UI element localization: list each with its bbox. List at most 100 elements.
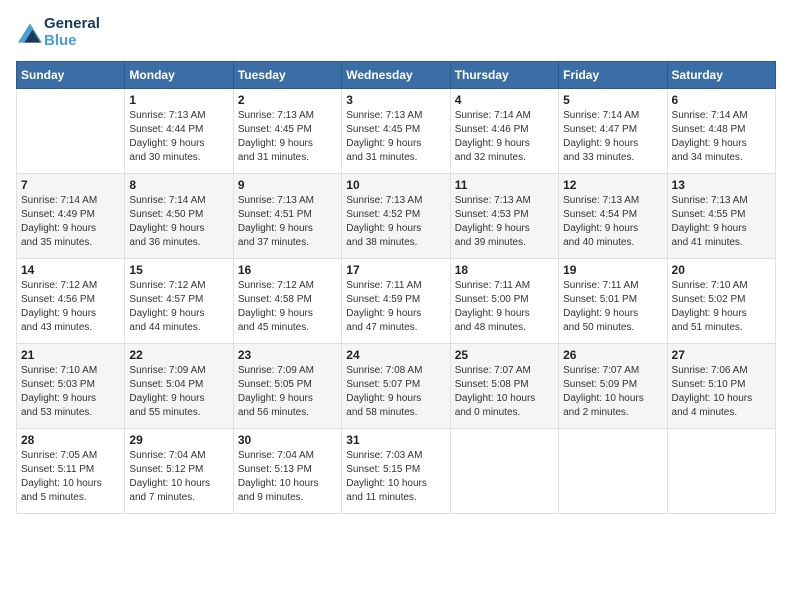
calendar-cell: 25 Sunrise: 7:07 AM Sunset: 5:08 PM Dayli… [450, 344, 558, 429]
week-row-2: 7 Sunrise: 7:14 AM Sunset: 4:49 PM Daylig… [17, 174, 776, 259]
calendar-cell: 21 Sunrise: 7:10 AM Sunset: 5:03 PM Dayli… [17, 344, 125, 429]
calendar-cell: 1 Sunrise: 7:13 AM Sunset: 4:44 PM Daylig… [125, 89, 233, 174]
day-info: Sunrise: 7:12 AM Sunset: 4:57 PM Dayligh… [129, 279, 228, 335]
day-number: 24 [346, 348, 445, 362]
day-info: Sunrise: 7:10 AM Sunset: 5:03 PM Dayligh… [21, 364, 120, 420]
day-info: Sunrise: 7:07 AM Sunset: 5:09 PM Dayligh… [563, 364, 662, 420]
day-number: 6 [672, 93, 771, 107]
page-header: General Blue [16, 16, 776, 49]
calendar-cell: 10 Sunrise: 7:13 AM Sunset: 4:52 PM Dayli… [342, 174, 450, 259]
calendar-cell [17, 89, 125, 174]
weekday-sunday: Sunday [17, 62, 125, 89]
day-info: Sunrise: 7:14 AM Sunset: 4:49 PM Dayligh… [21, 194, 120, 250]
weekday-wednesday: Wednesday [342, 62, 450, 89]
calendar-cell: 30Sunrise: 7:04 AM Sunset: 5:13 PM Dayli… [233, 429, 341, 514]
calendar-cell: 31Sunrise: 7:03 AM Sunset: 5:15 PM Dayli… [342, 429, 450, 514]
day-number: 20 [672, 263, 771, 277]
calendar-cell: 9Sunrise: 7:13 AM Sunset: 4:51 PM Daylig… [233, 174, 341, 259]
day-number: 1 [129, 93, 228, 107]
day-number: 11 [455, 178, 554, 192]
calendar-header: SundayMondayTuesdayWednesdayThursdayFrid… [17, 62, 776, 89]
day-number: 30 [238, 433, 337, 447]
day-info: Sunrise: 7:04 AM Sunset: 5:12 PM Dayligh… [129, 449, 228, 505]
day-number: 19 [563, 263, 662, 277]
week-row-5: 28 Sunrise: 7:05 AM Sunset: 5:11 PM Dayli… [17, 429, 776, 514]
day-number: 26 [563, 348, 662, 362]
calendar-table: SundayMondayTuesdayWednesdayThursdayFrid… [16, 61, 776, 514]
logo-blue: Blue [44, 32, 77, 49]
day-info: Sunrise: 7:13 AM Sunset: 4:53 PM Dayligh… [455, 194, 554, 250]
weekday-saturday: Saturday [667, 62, 775, 89]
calendar-cell: 6 Sunrise: 7:14 AM Sunset: 4:48 PM Daylig… [667, 89, 775, 174]
day-info: Sunrise: 7:14 AM Sunset: 4:47 PM Dayligh… [563, 109, 662, 165]
day-number: 14 [21, 263, 120, 277]
day-info: Sunrise: 7:14 AM Sunset: 4:48 PM Dayligh… [672, 109, 771, 165]
calendar-cell [559, 429, 667, 514]
day-info: Sunrise: 7:12 AM Sunset: 4:56 PM Dayligh… [21, 279, 120, 335]
logo: General Blue [16, 16, 100, 49]
day-number: 28 [21, 433, 120, 447]
calendar-cell: 23 Sunrise: 7:09 AM Sunset: 5:05 PM Dayli… [233, 344, 341, 429]
calendar-cell: 19 Sunrise: 7:11 AM Sunset: 5:01 PM Dayli… [559, 259, 667, 344]
day-info: Sunrise: 7:13 AM Sunset: 4:44 PM Dayligh… [129, 109, 228, 165]
day-number: 10 [346, 178, 445, 192]
day-info: Sunrise: 7:07 AM Sunset: 5:08 PM Dayligh… [455, 364, 554, 420]
calendar-cell: 17 Sunrise: 7:11 AM Sunset: 4:59 PM Dayli… [342, 259, 450, 344]
weekday-header-row: SundayMondayTuesdayWednesdayThursdayFrid… [17, 62, 776, 89]
day-number: 31 [346, 433, 445, 447]
week-row-1: 1 Sunrise: 7:13 AM Sunset: 4:44 PM Daylig… [17, 89, 776, 174]
day-info: Sunrise: 7:09 AM Sunset: 5:05 PM Dayligh… [238, 364, 337, 420]
calendar-cell: 3 Sunrise: 7:13 AM Sunset: 4:45 PM Daylig… [342, 89, 450, 174]
day-number: 22 [129, 348, 228, 362]
day-number: 23 [238, 348, 337, 362]
calendar-cell [667, 429, 775, 514]
calendar-cell: 28 Sunrise: 7:05 AM Sunset: 5:11 PM Dayli… [17, 429, 125, 514]
day-number: 4 [455, 93, 554, 107]
day-info: Sunrise: 7:11 AM Sunset: 5:01 PM Dayligh… [563, 279, 662, 335]
day-info: Sunrise: 7:11 AM Sunset: 4:59 PM Dayligh… [346, 279, 445, 335]
calendar-cell: 24 Sunrise: 7:08 AM Sunset: 5:07 PM Dayli… [342, 344, 450, 429]
day-number: 29 [129, 433, 228, 447]
day-number: 21 [21, 348, 120, 362]
day-info: Sunrise: 7:13 AM Sunset: 4:52 PM Dayligh… [346, 194, 445, 250]
day-info: Sunrise: 7:13 AM Sunset: 4:54 PM Dayligh… [563, 194, 662, 250]
weekday-friday: Friday [559, 62, 667, 89]
day-info: Sunrise: 7:05 AM Sunset: 5:11 PM Dayligh… [21, 449, 120, 505]
day-number: 17 [346, 263, 445, 277]
day-info: Sunrise: 7:13 AM Sunset: 4:45 PM Dayligh… [346, 109, 445, 165]
calendar-cell: 20Sunrise: 7:10 AM Sunset: 5:02 PM Dayli… [667, 259, 775, 344]
calendar-cell: 27 Sunrise: 7:06 AM Sunset: 5:10 PM Dayli… [667, 344, 775, 429]
calendar-body: 1 Sunrise: 7:13 AM Sunset: 4:44 PM Daylig… [17, 89, 776, 514]
day-number: 27 [672, 348, 771, 362]
calendar-cell: 29 Sunrise: 7:04 AM Sunset: 5:12 PM Dayli… [125, 429, 233, 514]
calendar-cell: 12 Sunrise: 7:13 AM Sunset: 4:54 PM Dayli… [559, 174, 667, 259]
calendar-cell: 18Sunrise: 7:11 AM Sunset: 5:00 PM Dayli… [450, 259, 558, 344]
day-info: Sunrise: 7:09 AM Sunset: 5:04 PM Dayligh… [129, 364, 228, 420]
calendar-cell: 5 Sunrise: 7:14 AM Sunset: 4:47 PM Daylig… [559, 89, 667, 174]
calendar-cell: 4 Sunrise: 7:14 AM Sunset: 4:46 PM Daylig… [450, 89, 558, 174]
day-info: Sunrise: 7:13 AM Sunset: 4:45 PM Dayligh… [238, 109, 337, 165]
calendar-cell [450, 429, 558, 514]
logo-general: General [44, 15, 100, 32]
calendar-cell: 8Sunrise: 7:14 AM Sunset: 4:50 PM Daylig… [125, 174, 233, 259]
day-info: Sunrise: 7:06 AM Sunset: 5:10 PM Dayligh… [672, 364, 771, 420]
day-number: 25 [455, 348, 554, 362]
day-number: 12 [563, 178, 662, 192]
day-number: 7 [21, 178, 120, 192]
day-number: 15 [129, 263, 228, 277]
calendar-cell: 16Sunrise: 7:12 AM Sunset: 4:58 PM Dayli… [233, 259, 341, 344]
day-info: Sunrise: 7:14 AM Sunset: 4:46 PM Dayligh… [455, 109, 554, 165]
day-number: 5 [563, 93, 662, 107]
day-info: Sunrise: 7:13 AM Sunset: 4:51 PM Dayligh… [238, 194, 337, 250]
weekday-thursday: Thursday [450, 62, 558, 89]
week-row-4: 21 Sunrise: 7:10 AM Sunset: 5:03 PM Dayli… [17, 344, 776, 429]
day-number: 18 [455, 263, 554, 277]
calendar-cell: 14 Sunrise: 7:12 AM Sunset: 4:56 PM Dayli… [17, 259, 125, 344]
weekday-tuesday: Tuesday [233, 62, 341, 89]
calendar-cell: 11 Sunrise: 7:13 AM Sunset: 4:53 PM Dayli… [450, 174, 558, 259]
day-number: 3 [346, 93, 445, 107]
day-info: Sunrise: 7:08 AM Sunset: 5:07 PM Dayligh… [346, 364, 445, 420]
calendar-cell: 2Sunrise: 7:13 AM Sunset: 4:45 PM Daylig… [233, 89, 341, 174]
calendar-cell: 7 Sunrise: 7:14 AM Sunset: 4:49 PM Daylig… [17, 174, 125, 259]
day-number: 16 [238, 263, 337, 277]
